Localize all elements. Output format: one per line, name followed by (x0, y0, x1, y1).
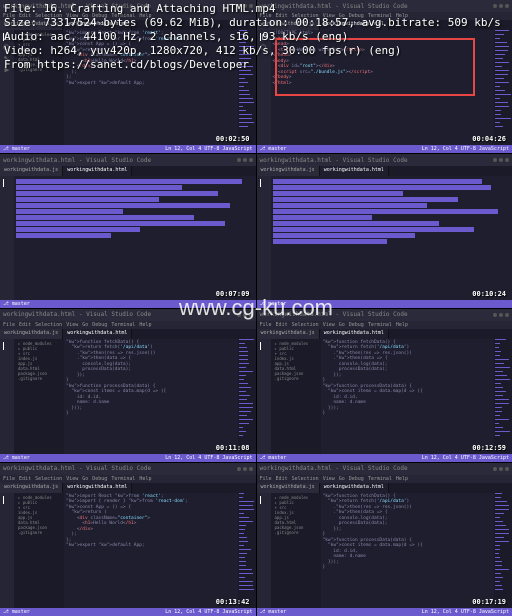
overview-bars (14, 176, 256, 299)
menu-file[interactable]: File (3, 476, 15, 482)
tab[interactable]: workingwithdata.html (320, 329, 389, 339)
menu-terminal[interactable]: Terminal (368, 322, 392, 328)
tab[interactable]: workingwithdata.js (0, 166, 63, 176)
menu-edit[interactable]: Edit (276, 476, 288, 482)
info-file: File: 16. Crafting and Attaching HTML.mp… (4, 2, 501, 16)
git-icon[interactable] (3, 518, 11, 526)
menu-edit[interactable]: Edit (276, 322, 288, 328)
tab[interactable]: workingwithdata.html (320, 166, 389, 176)
files-icon[interactable] (260, 179, 268, 187)
git-icon[interactable] (3, 364, 11, 372)
explorer-item[interactable]: .gitignore (16, 530, 62, 535)
files-icon[interactable] (260, 342, 268, 350)
menu-go[interactable]: Go (82, 476, 88, 482)
search-icon[interactable] (260, 507, 268, 515)
tab[interactable]: workingwithdata.js (0, 329, 63, 339)
menu-help[interactable]: Help (396, 322, 408, 328)
menu-go[interactable]: Go (82, 322, 88, 328)
timestamp: 00:02:50 (216, 135, 250, 143)
menu-view[interactable]: View (66, 476, 78, 482)
tab[interactable]: workingwithdata.js (257, 166, 320, 176)
search-icon[interactable] (260, 353, 268, 361)
tab[interactable]: workingwithdata.js (257, 329, 320, 339)
tab[interactable]: workingwithdata.js (257, 483, 320, 493)
timestamp: 00:07:09 (216, 290, 250, 298)
thumb-6: workingwithdata.html - Visual Studio Cod… (257, 309, 512, 462)
timestamp: 00:11:08 (216, 444, 250, 452)
explorer-item[interactable]: .gitignore (273, 376, 319, 381)
tab[interactable]: workingwithdata.js (0, 483, 63, 493)
menu-terminal[interactable]: Terminal (111, 476, 135, 482)
menu-view[interactable]: View (66, 322, 78, 328)
code-editor[interactable]: "kw">import React "kw">from 'react';"kw"… (64, 493, 238, 608)
menu-terminal[interactable]: Terminal (368, 476, 392, 482)
timestamp: 00:13:42 (216, 598, 250, 606)
thumbnail-grid: workingwithdata.html - Visual Studio Cod… (0, 0, 512, 616)
menu-selection[interactable]: Selection (292, 322, 319, 328)
status-bar[interactable]: ⎇ master Ln 12, Col 4 UTF-8 JavaScript (0, 145, 256, 153)
tab[interactable]: workingwithdata.html (320, 483, 389, 493)
timestamp: 00:10:24 (472, 290, 506, 298)
menu-file[interactable]: File (3, 322, 15, 328)
info-video: Video: h264, yuv420p, 1280x720, 412 kb/s… (4, 44, 501, 58)
menu-view[interactable]: View (323, 476, 335, 482)
search-icon[interactable] (3, 353, 11, 361)
menu-debug[interactable]: Debug (349, 322, 364, 328)
files-icon[interactable] (3, 179, 11, 187)
menu-file[interactable]: File (260, 322, 272, 328)
explorer-item[interactable]: .gitignore (16, 376, 62, 381)
search-icon[interactable] (3, 507, 11, 515)
info-size: Size: 73317524 bytes (69.62 MiB), durati… (4, 16, 501, 30)
timestamp: 00:17:19 (472, 598, 506, 606)
thumb-4: workingwithdata.html - Visual Studio Cod… (257, 154, 512, 307)
info-from: From https://sanet.cd/blogs/Developer (4, 58, 501, 72)
menu-selection[interactable]: Selection (35, 476, 62, 482)
media-info-overlay: File: 16. Crafting and Attaching HTML.mp… (4, 2, 501, 72)
files-icon[interactable] (3, 342, 11, 350)
thumb-7: workingwithdata.html - Visual Studio Cod… (0, 463, 256, 616)
explorer-item[interactable]: .gitignore (273, 530, 319, 535)
menu-debug[interactable]: Debug (92, 322, 107, 328)
tab[interactable]: workingwithdata.html (63, 483, 132, 493)
thumb-5: workingwithdata.html - Visual Studio Cod… (0, 309, 256, 462)
timestamp: 00:12:59 (472, 444, 506, 452)
overview-bars (271, 176, 512, 299)
menu-selection[interactable]: Selection (292, 476, 319, 482)
code-editor[interactable]: "kw">function fetchData() { "kw">return … (321, 493, 495, 608)
menu-debug[interactable]: Debug (92, 476, 107, 482)
info-audio: Audio: aac, 44100 Hz, 2 channels, s16, 9… (4, 30, 501, 44)
menu-selection[interactable]: Selection (35, 322, 62, 328)
files-icon[interactable] (3, 496, 11, 504)
files-icon[interactable] (260, 496, 268, 504)
tab[interactable]: workingwithdata.html (63, 329, 132, 339)
menu-file[interactable]: File (260, 476, 272, 482)
tab[interactable]: workingwithdata.html (63, 166, 132, 176)
menu-edit[interactable]: Edit (19, 476, 31, 482)
menu-help[interactable]: Help (139, 322, 151, 328)
thumb-3: workingwithdata.html - Visual Studio Cod… (0, 154, 256, 307)
menu-go[interactable]: Go (339, 476, 345, 482)
menu-go[interactable]: Go (339, 322, 345, 328)
menu-edit[interactable]: Edit (19, 322, 31, 328)
menu-debug[interactable]: Debug (349, 476, 364, 482)
menu-view[interactable]: View (323, 322, 335, 328)
code-editor[interactable]: "kw">function fetchData() { "kw">return … (64, 339, 238, 454)
thumb-8: workingwithdata.html - Visual Studio Cod… (257, 463, 512, 616)
menu-terminal[interactable]: Terminal (111, 322, 135, 328)
menu-help[interactable]: Help (139, 476, 151, 482)
code-editor[interactable]: "kw">function fetchData() { "kw">return … (321, 339, 495, 454)
menu-help[interactable]: Help (396, 476, 408, 482)
timestamp: 00:04:26 (472, 135, 506, 143)
